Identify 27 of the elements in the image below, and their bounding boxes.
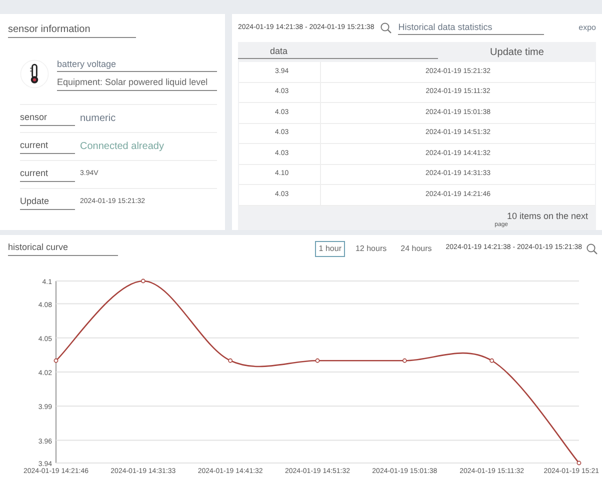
- search-icon[interactable]: [586, 242, 598, 254]
- range-tab[interactable]: 1 hour: [314, 240, 346, 256]
- pagination-text: 10 items on the next: [506, 212, 588, 220]
- data-point: [315, 358, 320, 362]
- field-label: current: [20, 139, 75, 154]
- range-tab[interactable]: 12 hours: [351, 240, 391, 256]
- search-icon[interactable]: [380, 22, 392, 34]
- card-title: historical curve: [8, 241, 118, 256]
- sensor-name: battery voltage: [57, 58, 217, 72]
- data-point: [54, 358, 58, 362]
- field-value: numeric: [80, 112, 116, 126]
- field-value: Connected already: [80, 140, 164, 154]
- data-point: [228, 358, 233, 362]
- field-label: Update: [20, 195, 75, 210]
- data-point: [402, 358, 407, 362]
- range-tab[interactable]: 24 hours: [396, 240, 436, 256]
- column-header: data: [238, 44, 438, 60]
- export-button[interactable]: expo: [578, 22, 596, 34]
- statistics-tab[interactable]: Historical data statistics: [398, 20, 544, 36]
- data-point: [576, 460, 582, 465]
- field-label: current: [20, 167, 75, 182]
- field-label: sensor: [20, 111, 75, 126]
- column-header: Update time: [489, 46, 545, 60]
- equipment-text: Equipment: Solar powered liquid level: [57, 76, 217, 90]
- card-title: sensor information: [8, 22, 136, 38]
- data-point: [490, 358, 494, 362]
- data-point: [140, 278, 146, 283]
